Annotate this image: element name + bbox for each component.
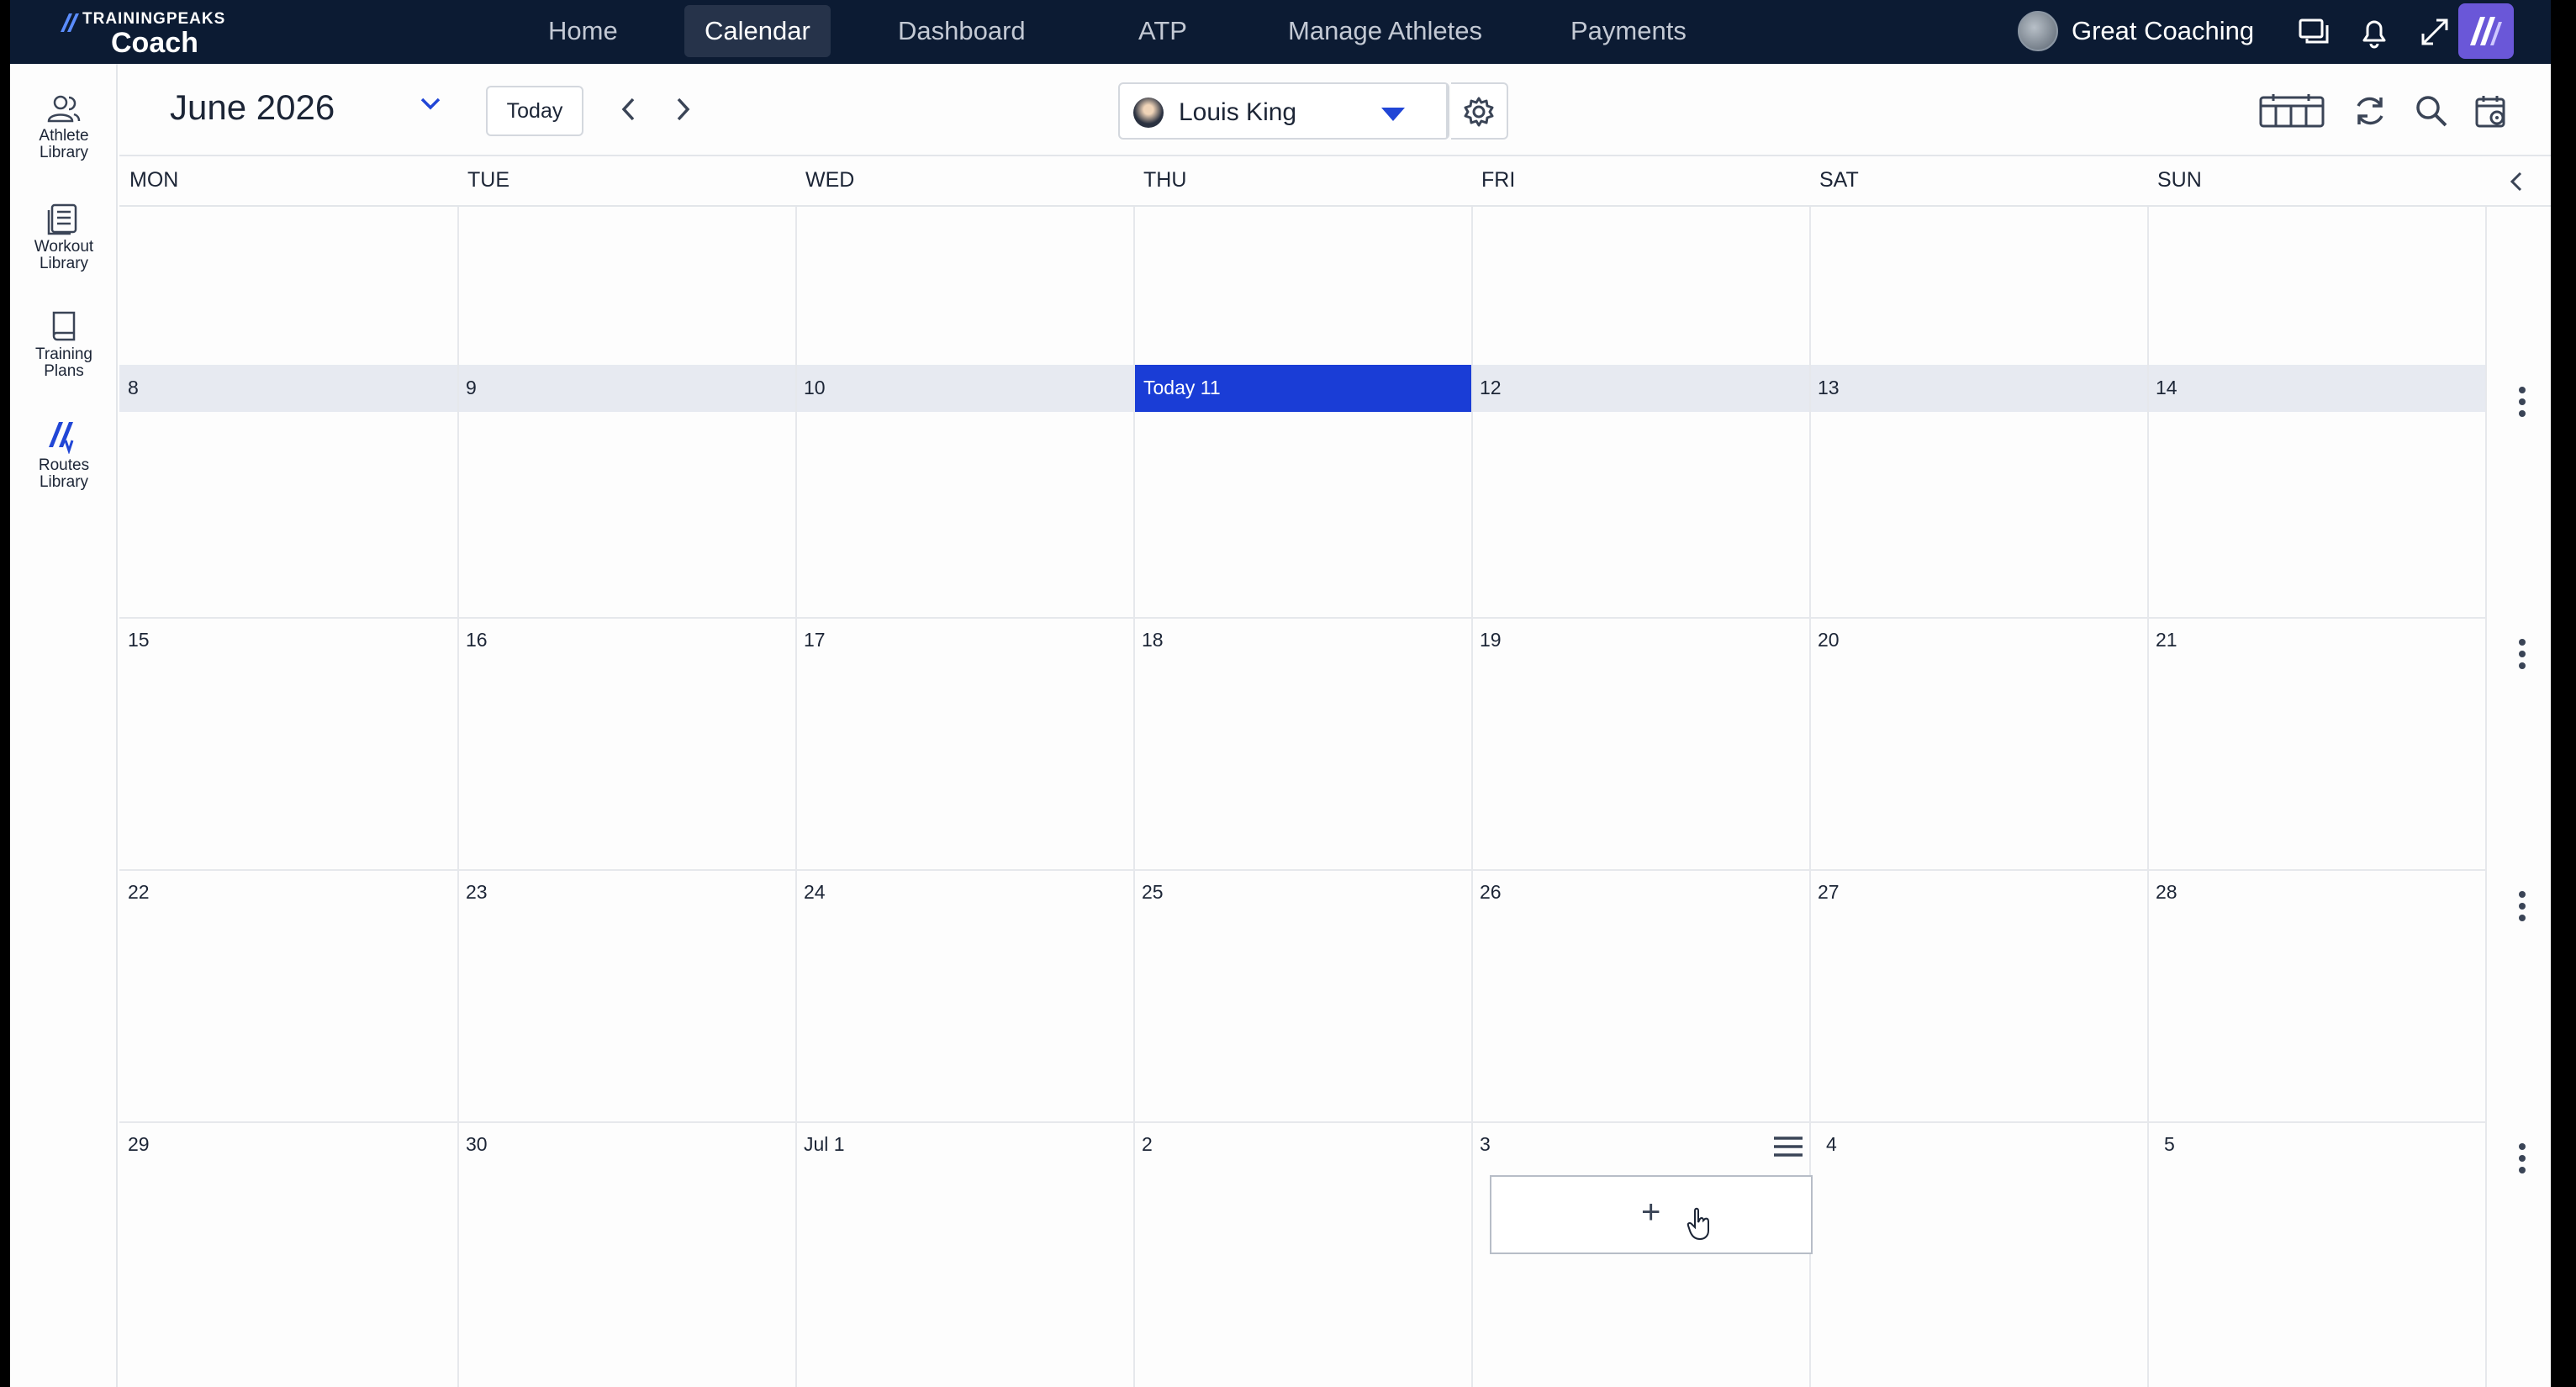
caret-down-icon bbox=[1381, 108, 1405, 121]
day-number: 28 bbox=[2156, 881, 2177, 903]
add-workout-button[interactable]: + bbox=[1490, 1175, 1813, 1254]
sidebar-label: Athlete bbox=[39, 127, 89, 145]
day-number: 27 bbox=[1818, 881, 1840, 903]
today-day-header[interactable]: Today 11 bbox=[1135, 365, 1471, 412]
plus-icon: + bbox=[1641, 1194, 1661, 1231]
weekday-header: SUN bbox=[2157, 168, 2202, 192]
day-number: 20 bbox=[1818, 629, 1840, 651]
day-number: 4 bbox=[1826, 1133, 1837, 1155]
chevron-left-icon[interactable] bbox=[617, 96, 641, 123]
trainingpeaks-app-icon[interactable] bbox=[2458, 3, 2514, 59]
search-icon[interactable] bbox=[2413, 92, 2450, 129]
weekday-header: THU bbox=[1143, 168, 1187, 192]
day-number: 21 bbox=[2156, 629, 2177, 651]
brand-name: TRAININGPEAKS bbox=[82, 10, 226, 28]
day-number: 24 bbox=[804, 881, 826, 903]
app-window: TRAININGPEAKS Coach Home Calendar Dashbo… bbox=[10, 0, 2551, 1387]
left-sidebar: Athlete Library Workout Library Training… bbox=[10, 64, 118, 1387]
calendar-toolbar: June 2026 Today Louis King bbox=[119, 64, 2551, 156]
day-number: 17 bbox=[804, 629, 826, 651]
athlete-avatar bbox=[1133, 98, 1164, 128]
sidebar-item-routes-library[interactable]: Routes Library bbox=[10, 417, 118, 491]
avatar bbox=[2018, 11, 2058, 51]
day-number: 23 bbox=[466, 881, 488, 903]
sidebar-label: Library bbox=[39, 473, 89, 491]
day-number: 10 bbox=[804, 377, 826, 398]
sidebar-item-training-plans[interactable]: Training Plans bbox=[10, 309, 118, 380]
sidebar-label: Library bbox=[39, 255, 89, 272]
sidebar-item-athlete-library[interactable]: Athlete Library bbox=[10, 94, 118, 161]
weekday-header: TUE bbox=[467, 168, 509, 192]
day-number: 22 bbox=[128, 881, 150, 903]
workout-library-icon bbox=[47, 203, 77, 235]
calendar-view-icon[interactable] bbox=[2258, 92, 2325, 129]
day-number: 14 bbox=[2156, 377, 2177, 398]
sidebar-label: Plans bbox=[44, 362, 84, 380]
routes-icon bbox=[49, 422, 74, 454]
day-number: 3 bbox=[1480, 1133, 1491, 1155]
athlete-selector[interactable]: Louis King bbox=[1118, 82, 1449, 140]
weekday-header: WED bbox=[805, 168, 855, 192]
top-nav: TRAININGPEAKS Coach Home Calendar Dashbo… bbox=[10, 0, 2551, 64]
day-menu-icon[interactable] bbox=[1772, 1135, 1804, 1160]
hand-cursor-icon bbox=[1687, 1207, 1709, 1241]
day-number: 12 bbox=[1480, 377, 1502, 398]
bell-icon[interactable] bbox=[2356, 13, 2393, 50]
day-number: 18 bbox=[1142, 629, 1164, 651]
day-number: 30 bbox=[466, 1133, 488, 1155]
user-name: Great Coaching bbox=[2072, 16, 2255, 45]
day-number: 13 bbox=[1818, 377, 1840, 398]
calendar-settings-icon[interactable] bbox=[2473, 92, 2510, 129]
weekday-header: MON bbox=[129, 168, 179, 192]
athlete-name: Louis King bbox=[1179, 98, 1297, 126]
nav-manage-athletes[interactable]: Manage Athletes bbox=[1268, 5, 1502, 57]
day-number: 15 bbox=[128, 629, 150, 651]
week-menu-icon[interactable] bbox=[2519, 387, 2526, 422]
chevron-right-icon[interactable] bbox=[671, 96, 694, 123]
day-number: 29 bbox=[128, 1133, 150, 1155]
sidebar-label: Library bbox=[39, 144, 89, 161]
week-menu-icon[interactable] bbox=[2519, 1143, 2526, 1179]
weekday-header: SAT bbox=[1819, 168, 1859, 192]
collapse-panel-icon[interactable] bbox=[2505, 168, 2527, 195]
athlete-settings-button[interactable] bbox=[1451, 82, 1508, 140]
sidebar-label: Workout bbox=[34, 238, 94, 256]
athletes-icon bbox=[47, 95, 81, 123]
day-number: 8 bbox=[128, 377, 139, 398]
week-menu-icon[interactable] bbox=[2519, 891, 2526, 926]
chat-icon[interactable] bbox=[2295, 13, 2332, 50]
user-menu[interactable]: Great Coaching bbox=[2018, 10, 2254, 52]
today-button[interactable]: Today bbox=[486, 86, 583, 136]
nav-payments[interactable]: Payments bbox=[1550, 5, 1707, 57]
nav-dashboard[interactable]: Dashboard bbox=[878, 5, 1046, 57]
expand-icon[interactable] bbox=[2416, 13, 2453, 50]
week-menu-icon[interactable] bbox=[2519, 639, 2526, 674]
nav-calendar[interactable]: Calendar bbox=[684, 5, 831, 57]
sidebar-label: Training bbox=[35, 345, 92, 363]
gear-icon bbox=[1464, 97, 1494, 127]
day-number: Jul 1 bbox=[804, 1133, 845, 1155]
day-number: 26 bbox=[1480, 881, 1502, 903]
month-title[interactable]: June 2026 bbox=[170, 87, 335, 128]
day-number: 16 bbox=[466, 629, 488, 651]
book-icon bbox=[52, 311, 76, 341]
nav-home[interactable]: Home bbox=[528, 5, 638, 57]
day-number: 19 bbox=[1480, 629, 1502, 651]
sidebar-label: Routes bbox=[38, 456, 90, 474]
sidebar-item-workout-library[interactable]: Workout Library bbox=[10, 202, 118, 272]
day-number: 2 bbox=[1142, 1133, 1153, 1155]
day-number: 5 bbox=[2164, 1133, 2175, 1155]
nav-atp[interactable]: ATP bbox=[1118, 5, 1207, 57]
brand-product: Coach bbox=[111, 27, 198, 59]
weekday-header: FRI bbox=[1481, 168, 1516, 192]
day-number: 25 bbox=[1142, 881, 1164, 903]
chevron-down-icon[interactable] bbox=[419, 96, 442, 113]
refresh-icon[interactable] bbox=[2351, 92, 2389, 129]
day-number: 9 bbox=[466, 377, 477, 398]
logo-icon bbox=[61, 13, 79, 32]
calendar-grid: MON TUE WED THU FRI SAT SUN Today 11 8 9… bbox=[119, 158, 2551, 1387]
